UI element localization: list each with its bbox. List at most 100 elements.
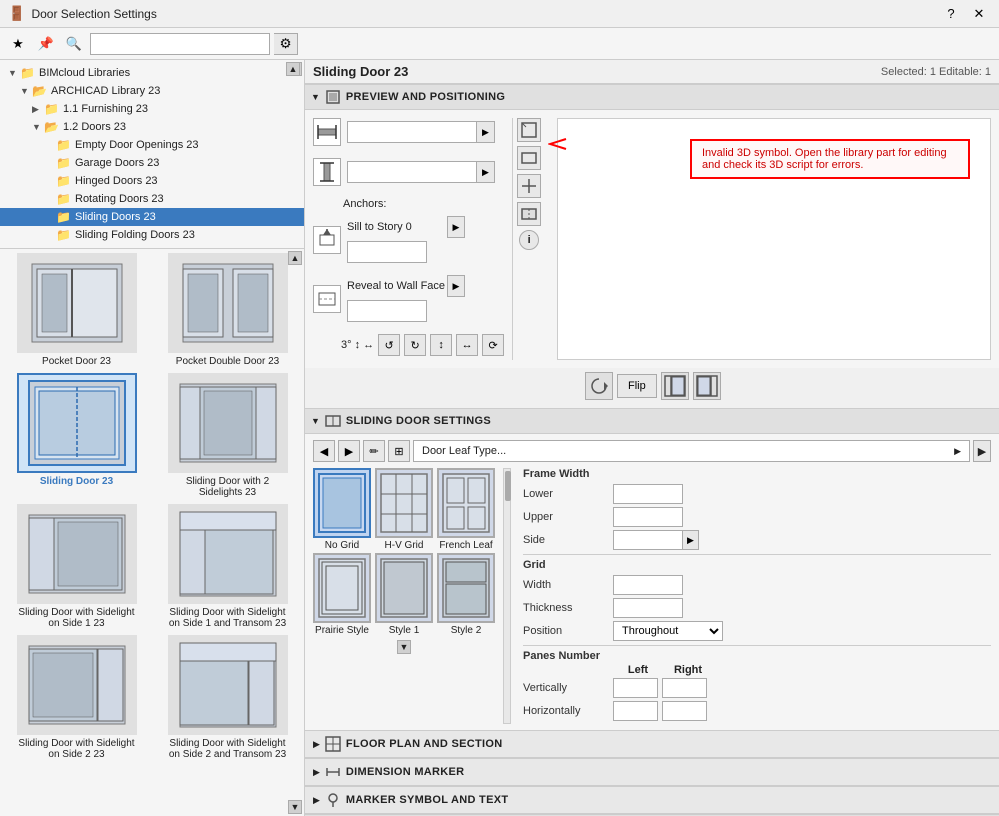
- thumbs-scroll-down[interactable]: ▼: [288, 800, 302, 814]
- tree-item-furnishing[interactable]: ▶ 📁 1.1 Furnishing 23: [0, 100, 304, 118]
- grid-title: Grid: [523, 559, 991, 571]
- width-input-wrap: 5516 ▶: [347, 121, 495, 143]
- tree-item-empty-doors[interactable]: 📁 Empty Door Openings 23: [0, 136, 304, 154]
- height-input-wrap: 2740 ▶: [347, 161, 495, 183]
- section-marker-header[interactable]: ▶ MARKER SYMBOL AND TEXT: [305, 786, 999, 814]
- tree-label-garage: Garage Doors 23: [75, 157, 159, 169]
- sds-prev-btn[interactable]: ◀: [313, 440, 335, 462]
- grid-width-input[interactable]: 12: [613, 575, 683, 595]
- tree-item-bimcloud[interactable]: ▼ 📁 BIMcloud Libraries: [0, 64, 304, 82]
- titlebar-title: Door Selection Settings: [31, 7, 939, 21]
- door-type-style1[interactable]: Style 1: [375, 553, 433, 636]
- sds-expand-btn[interactable]: ▶: [973, 440, 991, 462]
- width-arrow-btn[interactable]: ▶: [477, 121, 495, 143]
- preview-section-btn[interactable]: [517, 202, 541, 226]
- thumbs-scroll-up[interactable]: ▲: [288, 251, 302, 265]
- help-button[interactable]: ?: [939, 4, 963, 24]
- reset-btn[interactable]: ⟳: [482, 334, 504, 356]
- section-marker-title: MARKER SYMBOL AND TEXT: [346, 794, 508, 806]
- thumb-sidelight-1[interactable]: Sliding Door with Sidelight on Side 1 23: [4, 504, 149, 629]
- reveal-icon: [313, 285, 341, 313]
- section-floor-plan-header[interactable]: ▶ FLOOR PLAN AND SECTION: [305, 730, 999, 758]
- tree-item-sliding-folding[interactable]: 📁 Sliding Folding Doors 23: [0, 226, 304, 244]
- tree-item-rotating[interactable]: 📁 Rotating Doors 23: [0, 190, 304, 208]
- thumb-sliding-2-sidelights[interactable]: Sliding Door with 2 Sidelights 23: [155, 373, 300, 498]
- toolbar-btn-pin[interactable]: 📌: [34, 32, 58, 56]
- tree-arrow-bimcloud: ▼: [8, 68, 20, 78]
- chevron-sds: ▼: [311, 416, 320, 426]
- sds-next-btn[interactable]: ▶: [338, 440, 360, 462]
- sds-copy-btn[interactable]: ⊞: [388, 440, 410, 462]
- thumb-sidelight-1-transom[interactable]: Sliding Door with Sidelight on Side 1 an…: [155, 504, 300, 629]
- tree-item-hinged[interactable]: 📁 Hinged Doors 23: [0, 172, 304, 190]
- panes-horiz-left-input[interactable]: 3: [613, 701, 658, 721]
- flip-button[interactable]: Flip: [617, 374, 657, 398]
- rotate-left-btn[interactable]: ↺: [378, 334, 400, 356]
- preview-floor-btn[interactable]: [517, 174, 541, 198]
- reveal-input[interactable]: -30: [347, 300, 427, 322]
- section-dimension-header[interactable]: ▶ DIMENSION MARKER: [305, 758, 999, 786]
- grid-width-row: Width 12: [523, 575, 991, 595]
- sill-arrow-btn[interactable]: ▶: [447, 216, 465, 238]
- height-arrow-btn[interactable]: ▶: [477, 161, 495, 183]
- panes-vert-right-input[interactable]: 4: [662, 678, 707, 698]
- panes-horiz-right-input[interactable]: 3: [662, 701, 707, 721]
- width-input[interactable]: 5516: [347, 121, 477, 143]
- chevron-marker: ▶: [313, 795, 320, 806]
- door-type-prairie[interactable]: Prairie Style: [313, 553, 371, 636]
- thumb-sidelight-2[interactable]: Sliding Door with Sidelight on Side 2 23: [4, 635, 149, 760]
- preview-body: 5516 ▶ 2740 ▶: [305, 110, 999, 368]
- props-divider2: [523, 645, 991, 646]
- thumb-pocket-double[interactable]: Pocket Double Door 23: [155, 253, 300, 367]
- mirror-v-btn[interactable]: ↔: [456, 334, 478, 356]
- tree-item-sliding[interactable]: 📁 Sliding Doors 23: [0, 208, 304, 226]
- sds-edit-btn[interactable]: ✏: [363, 440, 385, 462]
- toolbar-btn-star[interactable]: ★: [6, 32, 30, 56]
- folder-icon-furnishing: 📁: [44, 102, 60, 116]
- upper-input[interactable]: 100: [613, 507, 683, 527]
- tree-item-archicad[interactable]: ▼ 📂 ARCHICAD Library 23: [0, 82, 304, 100]
- height-input[interactable]: 2740: [347, 161, 477, 183]
- section-preview-header[interactable]: ▼ PREVIEW AND POSITIONING: [305, 84, 999, 110]
- thumb-sliding-door[interactable]: Sliding Door 23: [4, 373, 149, 498]
- door-type-style2[interactable]: Style 2: [437, 553, 495, 636]
- door-types-scroll-btn[interactable]: ▼: [397, 640, 411, 654]
- info-button[interactable]: i: [519, 230, 539, 250]
- door-right-btn[interactable]: [693, 372, 721, 400]
- anchor-input[interactable]: -40: [347, 241, 427, 263]
- grid-position-dropdown[interactable]: Throughout: [613, 621, 723, 641]
- rotate-right-btn[interactable]: ↻: [404, 334, 426, 356]
- rotate-reset-btn[interactable]: [585, 372, 613, 400]
- tree-item-doors23[interactable]: ▼ 📂 1.2 Doors 23: [0, 118, 304, 136]
- side-input[interactable]: 100: [613, 530, 683, 550]
- toolbar-btn-search[interactable]: 🔍: [62, 32, 86, 56]
- tree-label-sliding: Sliding Doors 23: [75, 211, 156, 223]
- door-left-btn[interactable]: [661, 372, 689, 400]
- door-leaf-type-dropdown[interactable]: Door Leaf Type... ▶: [413, 440, 970, 462]
- section-sds-header[interactable]: ▼ SLIDING DOOR SETTINGS: [305, 408, 999, 434]
- tree-scroll-up[interactable]: ▲: [286, 62, 300, 76]
- search-input[interactable]: [90, 33, 270, 55]
- grid-thickness-input[interactable]: 25: [613, 598, 683, 618]
- preview-3d-btn[interactable]: [517, 118, 541, 142]
- side-arrow-btn[interactable]: ▶: [683, 530, 699, 550]
- panes-right-header: Right: [663, 664, 713, 676]
- close-button[interactable]: ✕: [967, 4, 991, 24]
- toolbar: ★ 📌 🔍 ⚙: [0, 28, 999, 60]
- left-panel: ▼ 📁 BIMcloud Libraries ▼ 📂 ARCHICAD Libr…: [0, 60, 305, 816]
- folder-icon-empty: 📁: [56, 138, 72, 152]
- mirror-h-btn[interactable]: ↕: [430, 334, 452, 356]
- thumb-pocket-door[interactable]: Pocket Door 23: [4, 253, 149, 367]
- door-type-french-leaf[interactable]: French Leaf: [437, 468, 495, 551]
- tree-item-garage[interactable]: 📁 Garage Doors 23: [0, 154, 304, 172]
- width-icon: [313, 118, 341, 146]
- thumb-sidelight-2-transom[interactable]: Sliding Door with Sidelight on Side 2 an…: [155, 635, 300, 760]
- lower-input[interactable]: 200: [613, 484, 683, 504]
- settings-button[interactable]: ⚙: [274, 33, 298, 55]
- door-type-hv-grid[interactable]: H-V Grid: [375, 468, 433, 551]
- error-arrow-icon: [548, 137, 568, 151]
- panes-vert-left-input[interactable]: 4: [613, 678, 658, 698]
- reveal-arrow-btn[interactable]: ▶: [447, 275, 465, 297]
- door-type-no-grid[interactable]: No Grid: [313, 468, 371, 551]
- preview-2d-btn[interactable]: [517, 146, 541, 170]
